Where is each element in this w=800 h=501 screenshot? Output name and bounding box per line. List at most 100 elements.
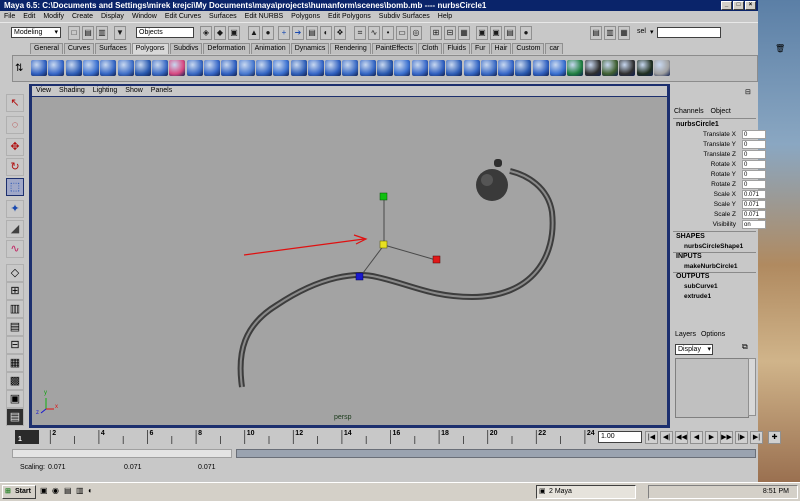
output-node[interactable]: extrude1 <box>684 292 711 302</box>
shelf-tool-icon[interactable] <box>359 60 376 76</box>
channel-row[interactable]: Translate Z 0 <box>676 150 766 160</box>
time-slider[interactable] <box>12 428 596 446</box>
channels-tab[interactable]: Channels <box>674 108 704 115</box>
shelf-tab[interactable]: Rendering <box>330 43 371 54</box>
shelf-tool-icon[interactable] <box>550 60 566 76</box>
panel-menu-item[interactable]: Lighting <box>89 86 122 96</box>
select-mode-field[interactable]: Objects <box>136 27 194 38</box>
menu-item[interactable]: Polygons <box>287 11 324 22</box>
animation-prefs-icon[interactable]: ✚ <box>768 431 781 444</box>
menu-item[interactable]: Surfaces <box>205 11 241 22</box>
shelf-tool-icon[interactable] <box>31 60 47 76</box>
layout-two-icon[interactable]: ▥ <box>6 300 24 318</box>
snap-view-plane-icon[interactable]: ▭ <box>396 26 408 40</box>
shelf-tool-icon[interactable] <box>567 60 584 76</box>
shelf-tab[interactable]: Surfaces <box>95 43 131 54</box>
shelf-tab[interactable]: Subdivs <box>169 43 203 54</box>
channel-value[interactable]: 0 <box>742 170 766 179</box>
menu-item[interactable]: Edit Polygons <box>324 11 375 22</box>
shelf-tool-icon[interactable] <box>186 60 203 76</box>
shelf-tool-icon[interactable] <box>134 60 151 76</box>
shelf-tool-icon[interactable] <box>255 60 272 76</box>
channel-value[interactable]: 0 <box>742 150 766 159</box>
new-layer-icon[interactable]: ⧉ <box>742 342 755 355</box>
last-tool-icon[interactable]: ∿ <box>6 240 24 258</box>
channel-row[interactable]: Rotate Y 0 <box>676 170 766 180</box>
layout-single-icon[interactable]: ◇ <box>6 264 24 282</box>
mode-dropdown[interactable]: Modeling ▾ <box>11 27 61 38</box>
attribute-editor-icon[interactable]: ▤ <box>590 26 602 40</box>
select-rendering-icon[interactable]: ◐ <box>320 26 332 40</box>
shelf-tool-icon[interactable] <box>601 60 618 76</box>
shelf-tool-icon[interactable] <box>342 60 359 76</box>
component-mode-icon[interactable]: ▣ <box>228 26 240 40</box>
channel-value[interactable]: 0 <box>742 180 766 189</box>
shelf-tool-icon[interactable] <box>411 60 428 76</box>
shelf-tool-icon[interactable] <box>117 60 134 76</box>
channel-value[interactable]: 0 <box>742 140 766 149</box>
shelf-tool-icon[interactable] <box>273 60 290 76</box>
move-tool-icon[interactable]: ✥ <box>6 138 24 156</box>
layout-trax-icon[interactable]: ▩ <box>6 372 24 390</box>
shelf-tool-icon[interactable] <box>446 60 463 76</box>
shelf-tool-icon[interactable] <box>100 60 117 76</box>
select-curve-icon[interactable]: + <box>278 26 290 40</box>
shelf-tool-icon[interactable] <box>498 60 515 76</box>
channel-row[interactable]: Rotate X 0 <box>676 160 766 170</box>
range-bar[interactable] <box>236 449 756 458</box>
object-mode-icon[interactable]: ◆ <box>214 26 226 40</box>
menu-item[interactable]: Create <box>68 11 97 22</box>
channel-value[interactable]: 0.071 <box>742 200 766 209</box>
input-ops-icon[interactable]: ⊞ <box>430 26 442 40</box>
rotate-tool-icon[interactable]: ↻ <box>6 158 24 176</box>
menu-item[interactable]: Edit NURBS <box>241 11 288 22</box>
channel-value[interactable]: 0.071 <box>742 210 766 219</box>
layer-list[interactable] <box>675 358 749 418</box>
shelf-tool-icon[interactable] <box>636 60 653 76</box>
shelf-tool-icon[interactable] <box>238 60 255 76</box>
shelf-tool-icon[interactable] <box>584 60 601 76</box>
shelf-tool-icon[interactable] <box>221 60 238 76</box>
quicklaunch-icon[interactable]: ◐ <box>88 486 93 495</box>
quicklaunch-icon[interactable]: ◉ <box>52 486 59 495</box>
layer-scrollbar[interactable] <box>748 358 756 416</box>
layout-render-icon[interactable]: ▣ <box>6 390 24 408</box>
layout-persp-outliner-icon[interactable]: ▤ <box>6 318 24 336</box>
channel-value[interactable]: 0 <box>742 130 766 139</box>
input-node[interactable]: makeNurbCircle1 <box>684 262 737 272</box>
save-scene-icon[interactable]: ▥ <box>96 26 108 40</box>
range-start-field[interactable] <box>12 449 232 458</box>
output-node[interactable]: subCurve1 <box>684 282 718 292</box>
panel-menu-item[interactable]: Panels <box>147 86 176 96</box>
channel-row[interactable]: Rotate Z 0 <box>676 180 766 190</box>
shelf-tool-icon[interactable] <box>48 60 65 76</box>
menu-item[interactable]: Modify <box>39 11 68 22</box>
output-ops-icon[interactable]: ⊟ <box>444 26 456 40</box>
select-dynamics-icon[interactable]: ▤ <box>306 26 318 40</box>
layout-graph-icon[interactable]: ⊟ <box>6 336 24 354</box>
quick-select-field[interactable] <box>657 27 721 38</box>
step-forward-key-icon[interactable]: |▶ <box>735 431 748 444</box>
shelf-tool-icon[interactable] <box>152 60 169 76</box>
shelf-tab[interactable]: General <box>30 43 63 54</box>
menu-item[interactable]: Window <box>128 11 161 22</box>
channel-row[interactable]: Translate X 0 <box>676 130 766 140</box>
menu-item[interactable]: Edit Curves <box>161 11 205 22</box>
tool-settings-icon[interactable]: ▥ <box>604 26 616 40</box>
taskbar-item-maya[interactable]: ▣ 2 Maya <box>536 485 636 499</box>
shelf-tab[interactable]: Fur <box>471 43 490 54</box>
snap-curve-icon[interactable]: ∿ <box>368 26 380 40</box>
shelf-tool-icon[interactable] <box>463 60 480 76</box>
maximize-button[interactable]: □ <box>733 1 744 10</box>
shelf-tool-icon[interactable] <box>515 60 532 76</box>
channel-value[interactable]: 0.071 <box>742 190 766 199</box>
shelf-tool-icon[interactable] <box>290 60 307 76</box>
open-scene-icon[interactable]: ▤ <box>82 26 94 40</box>
render-globals-icon[interactable]: ▤ <box>504 26 516 40</box>
persp-viewport[interactable]: y x z persp <box>32 97 667 425</box>
shelf-tool-icon[interactable] <box>428 60 445 76</box>
shelf-tool-icon[interactable] <box>307 60 324 76</box>
shelf-tool-icon[interactable] <box>82 60 99 76</box>
shelf-tab[interactable]: Dynamics <box>290 43 330 54</box>
channel-row[interactable]: Scale Y 0.071 <box>676 200 766 210</box>
